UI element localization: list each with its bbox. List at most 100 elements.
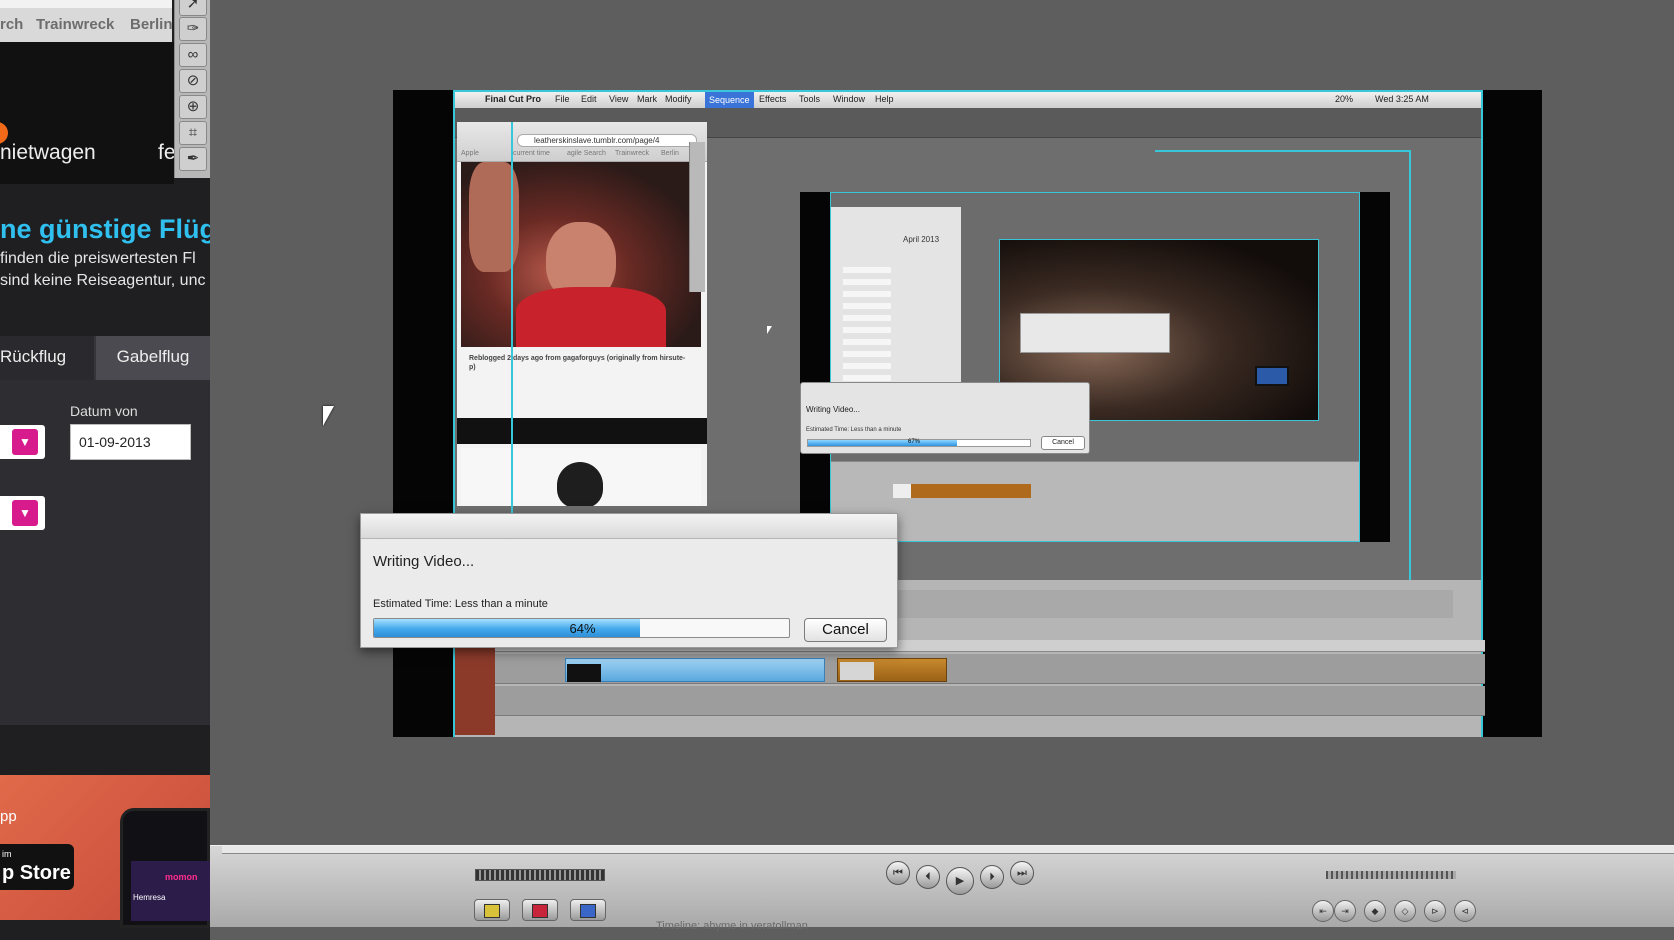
tv-screen (1255, 366, 1289, 386)
shuttle-control[interactable] (475, 869, 605, 881)
app-store-badge[interactable]: im p Store (0, 844, 74, 890)
add-keyframe-icon[interactable]: ◆ (1364, 900, 1386, 922)
menu-item-edit[interactable]: Edit (581, 94, 597, 104)
scrubber-bar[interactable] (222, 846, 1674, 854)
calendar-month: April 2013 (903, 235, 940, 244)
nav-link-mietwagen[interactable]: nietwagen (0, 141, 96, 165)
fcp-tool-palette: ➚ ✑ ∞ ⊘ ⊕ ⌗ ✒ (174, 0, 210, 178)
menu-item-mark[interactable]: Mark (637, 94, 657, 104)
next-edit-icon[interactable]: ⏭ (1010, 861, 1034, 885)
nested-cancel-button[interactable]: Cancel (1041, 436, 1085, 450)
bookmark-bar: rch Trainwreck Berlin (0, 0, 173, 42)
battery-status: 20% (1335, 94, 1354, 104)
pen-icon[interactable]: ✑ (179, 17, 207, 41)
store-badge-small-text: im (2, 849, 12, 859)
crop-icon[interactable]: ⌗ (179, 121, 207, 145)
timeline-clip[interactable] (565, 658, 825, 682)
match-frame-icon[interactable]: ⇤ (1312, 900, 1334, 922)
nested-progress-fill (808, 440, 957, 446)
nested-progress-bar: 67% (807, 439, 1031, 447)
nested-itunes-window: April 2013 (831, 207, 961, 392)
canvas-controls: ⏮ ⏴ ▶ ⏵ ⏭ ⇤ ⇥ ◆ ◇ ⊳ ⊲ Timeline: ahyme in… (210, 845, 1674, 932)
mark-clip-icon[interactable]: ⇥ (1334, 900, 1356, 922)
photo-detail (557, 462, 603, 506)
menu-clock: Wed 3:25 AM (1375, 94, 1429, 104)
pointer-icon[interactable]: ➚ (179, 0, 207, 16)
timeline-clip (893, 484, 911, 498)
play-around-icon[interactable]: ⏵ (980, 865, 1004, 889)
browser-toolbar: leatherskinslave.tumblr.com/page/4 Apple… (457, 122, 707, 162)
menu-item-help[interactable]: Help (875, 94, 894, 104)
progress-bar: 64% (373, 618, 790, 638)
tab-rueckflug[interactable]: Rückflug (0, 336, 94, 380)
play-in-out-icon[interactable]: ⏴ (916, 865, 940, 889)
nested-mini-dialog (1020, 313, 1170, 353)
post-divider (457, 418, 707, 444)
post-photo (461, 448, 701, 506)
chevron-down-icon: ▼ (12, 429, 38, 455)
replace-icon (580, 903, 596, 918)
guide-line (511, 122, 513, 562)
zoom-icon[interactable]: ⊕ (179, 95, 207, 119)
glasses-icon[interactable]: ∞ (179, 43, 207, 67)
bookmark-item-berlin[interactable]: Berlin (130, 16, 173, 33)
bookmark-item[interactable]: rch (0, 16, 23, 33)
recorded-tool-palette (689, 142, 705, 292)
menu-item-window[interactable]: Window (833, 94, 865, 104)
bookmark-item[interactable]: Apple (461, 150, 479, 157)
trip-type-tabs: Rückflug Gabelflug (0, 336, 210, 380)
store-badge-text: p Store (2, 862, 71, 884)
bookmark-item[interactable]: Trainwreck (615, 150, 649, 157)
replace-button[interactable] (570, 899, 606, 921)
menu-item-modify[interactable]: Modify (665, 94, 692, 104)
promo-text-line: sind keine Reiseagentur, unc (0, 272, 206, 289)
dropdown-button[interactable]: ▼ (0, 496, 45, 530)
progress-percent: 64% (569, 621, 596, 636)
nested-writing-dialog: Writing Video... Estimated Time: Less th… (800, 382, 1090, 454)
phone-screen (131, 861, 210, 921)
bookmark-item[interactable]: current time (513, 150, 550, 157)
add-marker-icon[interactable]: ◇ (1394, 900, 1416, 922)
bookmark-item[interactable]: Berlin (661, 150, 679, 157)
mark-out-icon[interactable]: ⊲ (1454, 900, 1476, 922)
nav-link-next[interactable]: fe (158, 141, 176, 165)
dialog-titlebar (361, 514, 897, 539)
previous-edit-icon[interactable]: ⏮ (886, 861, 910, 885)
insert-button[interactable] (474, 899, 510, 921)
chevron-down-icon: ▼ (12, 500, 38, 526)
cancel-button[interactable]: Cancel (804, 618, 887, 642)
bookmark-item[interactable]: agile Search (567, 150, 606, 157)
tab-gabelflug[interactable]: Gabelflug (96, 336, 210, 380)
menu-item-view[interactable]: View (609, 94, 628, 104)
nested-timeline (831, 461, 1359, 541)
url-field[interactable]: leatherskinslave.tumblr.com/page/4 (517, 134, 697, 147)
mac-menu-bar: Final Cut Pro File Edit View Mark Modify… (455, 92, 1481, 108)
bookmark-item-trainwreck[interactable]: Trainwreck (36, 16, 114, 33)
pen-nib-icon[interactable]: ✒ (179, 147, 207, 171)
clip-thumbnail (840, 662, 874, 680)
razor-icon[interactable]: ⊘ (179, 69, 207, 93)
timeline-clip (567, 664, 601, 682)
nested-canvas: April 2013 Writing Video... Estimated Ti… (800, 192, 1390, 542)
notes-area (897, 267, 955, 347)
dropdown-button[interactable]: ▼ (0, 425, 45, 459)
overwrite-button[interactable] (522, 899, 558, 921)
menu-item-file[interactable]: File (555, 94, 570, 104)
jog-control[interactable] (1326, 871, 1456, 879)
nested-dialog-title: Writing Video... (806, 405, 860, 414)
photo-detail (516, 287, 666, 347)
promo-text-line: finden die preiswertesten Fl (0, 250, 196, 267)
date-from-input[interactable] (70, 424, 191, 460)
menu-item-tools[interactable]: Tools (799, 94, 820, 104)
phone-mockup: momon Hemresa (120, 808, 210, 928)
menu-item-effects[interactable]: Effects (759, 94, 786, 104)
play-icon[interactable]: ▶ (946, 867, 974, 895)
nested-dialog-eta: Estimated Time: Less than a minute (806, 427, 902, 433)
phone-brand: momon (165, 872, 198, 882)
menu-item-sequence[interactable]: Sequence (705, 92, 754, 108)
guide-line (1155, 150, 1410, 152)
mark-in-icon[interactable]: ⊳ (1424, 900, 1446, 922)
menu-app-name[interactable]: Final Cut Pro (485, 94, 541, 104)
track-list (843, 267, 891, 387)
nested-progress-percent: 67% (908, 439, 921, 445)
